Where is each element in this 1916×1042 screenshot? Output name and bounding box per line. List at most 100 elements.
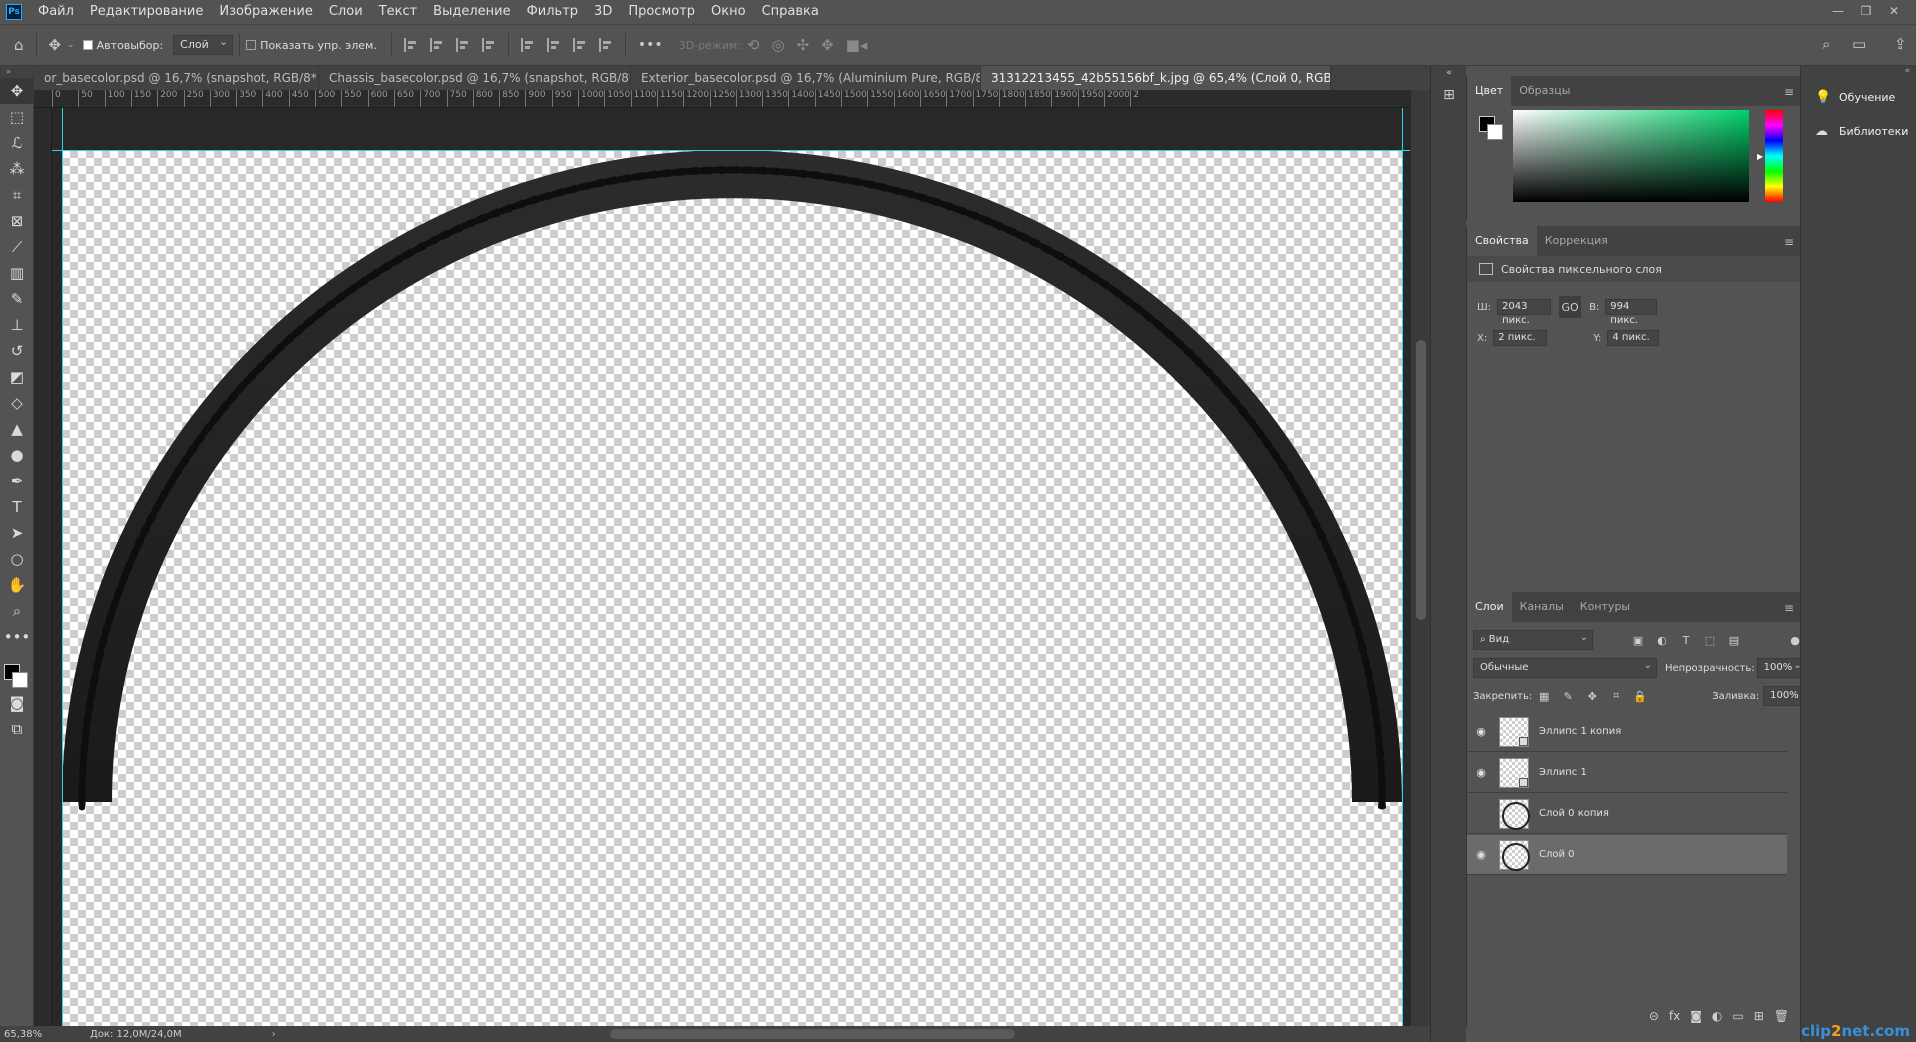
tab-layers[interactable]: Слои <box>1467 592 1512 622</box>
color-picker-field[interactable] <box>1513 110 1749 202</box>
chevron-down-icon[interactable]: ⌄ <box>67 40 75 50</box>
new-layer-icon[interactable]: ⊞ <box>1754 1009 1764 1023</box>
horizontal-scrollbar-thumb[interactable] <box>610 1029 1015 1039</box>
hand-tool-icon[interactable]: ✋ <box>0 572 34 598</box>
toolbar-collapse-icon[interactable]: » <box>0 66 33 78</box>
move-tool-preset-icon[interactable]: ✥ <box>49 36 62 54</box>
menu-edit[interactable]: Редактирование <box>82 0 211 24</box>
trash-icon[interactable]: 🗑 <box>1774 1009 1789 1023</box>
filter-adjustment-icon[interactable]: ◐ <box>1655 633 1669 647</box>
crop-tool-icon[interactable]: ⌗ <box>0 182 34 208</box>
doc-tab[interactable]: Chassis_basecolor.psd @ 16,7% (snapshot,… <box>319 66 631 90</box>
libraries-item[interactable]: ☁ Библиотеки <box>1801 114 1916 148</box>
lock-artboard-icon[interactable]: ⌗ <box>1609 689 1623 703</box>
distribute-vertical-icon[interactable] <box>598 38 613 52</box>
background-color[interactable] <box>1487 124 1503 140</box>
restore-icon[interactable]: ❐ <box>1852 0 1880 22</box>
tab-properties[interactable]: Свойства <box>1467 226 1537 256</box>
stamp-tool-icon[interactable]: ⊥ <box>0 312 34 338</box>
screen-mode-icon[interactable]: ⧉ <box>0 716 34 742</box>
panel-menu-icon[interactable]: ≡ <box>1784 85 1794 99</box>
layer-row[interactable]: Слой 0 копия <box>1467 794 1787 834</box>
arch-image[interactable] <box>62 150 1402 1026</box>
lock-transparent-icon[interactable]: ▦ <box>1537 689 1551 703</box>
eye-icon[interactable]: ◉ <box>1467 848 1495 861</box>
close-icon[interactable]: ✕ <box>1880 0 1908 22</box>
menu-select[interactable]: Выделение <box>425 0 518 24</box>
path-selection-tool-icon[interactable]: ➤ <box>0 520 34 546</box>
align-right-icon[interactable] <box>455 38 470 52</box>
paint-bucket-tool-icon[interactable]: ◇ <box>0 390 34 416</box>
move-tool-icon[interactable]: ✥ <box>0 78 34 104</box>
eye-icon[interactable]: ◉ <box>1467 766 1495 779</box>
link-icon[interactable]: GO <box>1559 296 1582 318</box>
learn-item[interactable]: 💡 Обучение <box>1801 80 1916 114</box>
minimize-icon[interactable]: — <box>1824 0 1852 22</box>
filter-type-icon[interactable]: T <box>1679 633 1693 647</box>
menu-file[interactable]: Файл <box>30 0 82 24</box>
chevron-right-icon[interactable]: › <box>272 1029 276 1040</box>
show-transform-checkbox[interactable] <box>246 40 257 50</box>
width-field[interactable]: 2043 пикс. <box>1497 299 1552 326</box>
tab-swatches[interactable]: Образцы <box>1511 76 1578 106</box>
menu-filter[interactable]: Фильтр <box>519 0 586 24</box>
eye-icon[interactable]: ◉ <box>1467 725 1495 738</box>
dodge-tool-icon[interactable]: ● <box>0 442 34 468</box>
eyedropper-tool-icon[interactable]: ⟋ <box>0 234 34 260</box>
panel-menu-icon[interactable]: ≡ <box>1784 235 1794 249</box>
pen-tool-icon[interactable]: ✒ <box>0 468 34 494</box>
menu-help[interactable]: Справка <box>754 0 827 24</box>
align-top-icon[interactable] <box>520 38 535 52</box>
history-brush-tool-icon[interactable]: ↺ <box>0 338 34 364</box>
auto-select-dropdown[interactable]: Слой <box>173 35 234 55</box>
collapse-icon[interactable]: « <box>1801 66 1916 80</box>
3d-camera-icon[interactable]: ■◂ <box>846 36 868 54</box>
magic-wand-tool-icon[interactable]: ⁂ <box>0 156 34 182</box>
y-field[interactable]: 4 пикс. <box>1607 330 1660 346</box>
3d-roll-icon[interactable]: ◎ <box>771 36 784 54</box>
more-tools-icon[interactable]: ••• <box>0 624 34 650</box>
lasso-tool-icon[interactable]: ℒ <box>0 130 34 156</box>
history-icon[interactable]: ⊞ <box>1431 80 1467 110</box>
menu-image[interactable]: Изображение <box>211 0 320 24</box>
vertical-scrollbar[interactable] <box>1410 90 1430 1026</box>
doc-tab[interactable]: Exterior_basecolor.psd @ 16,7% (Aluminiu… <box>631 66 981 90</box>
layer-row[interactable]: ◉ Эллипс 1 копия <box>1467 712 1787 752</box>
quick-mask-icon[interactable]: ◙ <box>0 690 34 716</box>
healing-brush-tool-icon[interactable]: ▥ <box>0 260 34 286</box>
doc-tab-active[interactable]: 31312213455_42b55156bf_k.jpg @ 65,4% (Сл… <box>981 66 1331 90</box>
scrollbar-thumb[interactable] <box>1416 340 1426 620</box>
filter-pixel-icon[interactable]: ▣ <box>1631 633 1645 647</box>
link-icon[interactable]: ⊝ <box>1649 1009 1659 1023</box>
menu-text[interactable]: Текст <box>371 0 426 24</box>
collapse-icon[interactable]: « <box>1431 66 1467 80</box>
align-left-icon[interactable] <box>403 38 418 52</box>
background-color[interactable] <box>12 672 28 688</box>
layer-row[interactable]: ◉ Эллипс 1 <box>1467 753 1787 793</box>
menu-3d[interactable]: 3D <box>586 0 620 24</box>
mask-icon[interactable]: ◙ <box>1690 1009 1702 1023</box>
3d-slide-icon[interactable]: ✥ <box>821 36 834 54</box>
filter-smart-object-icon[interactable]: ▤ <box>1727 633 1741 647</box>
3d-drag-icon[interactable]: ✣ <box>797 36 810 54</box>
panel-menu-icon[interactable]: ≡ <box>1784 601 1794 615</box>
eraser-tool-icon[interactable]: ◩ <box>0 364 34 390</box>
align-middle-icon[interactable] <box>546 38 561 52</box>
frame-tool-icon[interactable]: ⊠ <box>0 208 34 234</box>
zoom-tool-icon[interactable]: ⌕ <box>0 598 34 624</box>
tab-channels[interactable]: Каналы <box>1512 592 1572 622</box>
tab-adjustments[interactable]: Коррекция <box>1537 226 1616 256</box>
zoom-level[interactable]: 65,38% <box>4 1029 74 1040</box>
canvas-area[interactable] <box>52 108 1430 1026</box>
hue-marker-icon[interactable]: ▶ <box>1757 152 1763 161</box>
ellipse-tool-icon[interactable]: ○ <box>0 546 34 572</box>
height-field[interactable]: 994 пикс. <box>1605 299 1658 326</box>
doc-tab[interactable]: or_basecolor.psd @ 16,7% (snapshot, RGB/… <box>34 66 319 90</box>
menu-layers[interactable]: Слои <box>321 0 371 24</box>
folder-icon[interactable]: ▭ <box>1732 1009 1743 1023</box>
search-icon[interactable]: ⌕ <box>1822 35 1830 53</box>
layer-row[interactable]: ◉ Слой 0 <box>1467 835 1787 875</box>
marquee-tool-icon[interactable]: ⬚ <box>0 104 34 130</box>
blur-tool-icon[interactable]: ▲ <box>0 416 34 442</box>
auto-select-checkbox[interactable] <box>82 40 93 50</box>
